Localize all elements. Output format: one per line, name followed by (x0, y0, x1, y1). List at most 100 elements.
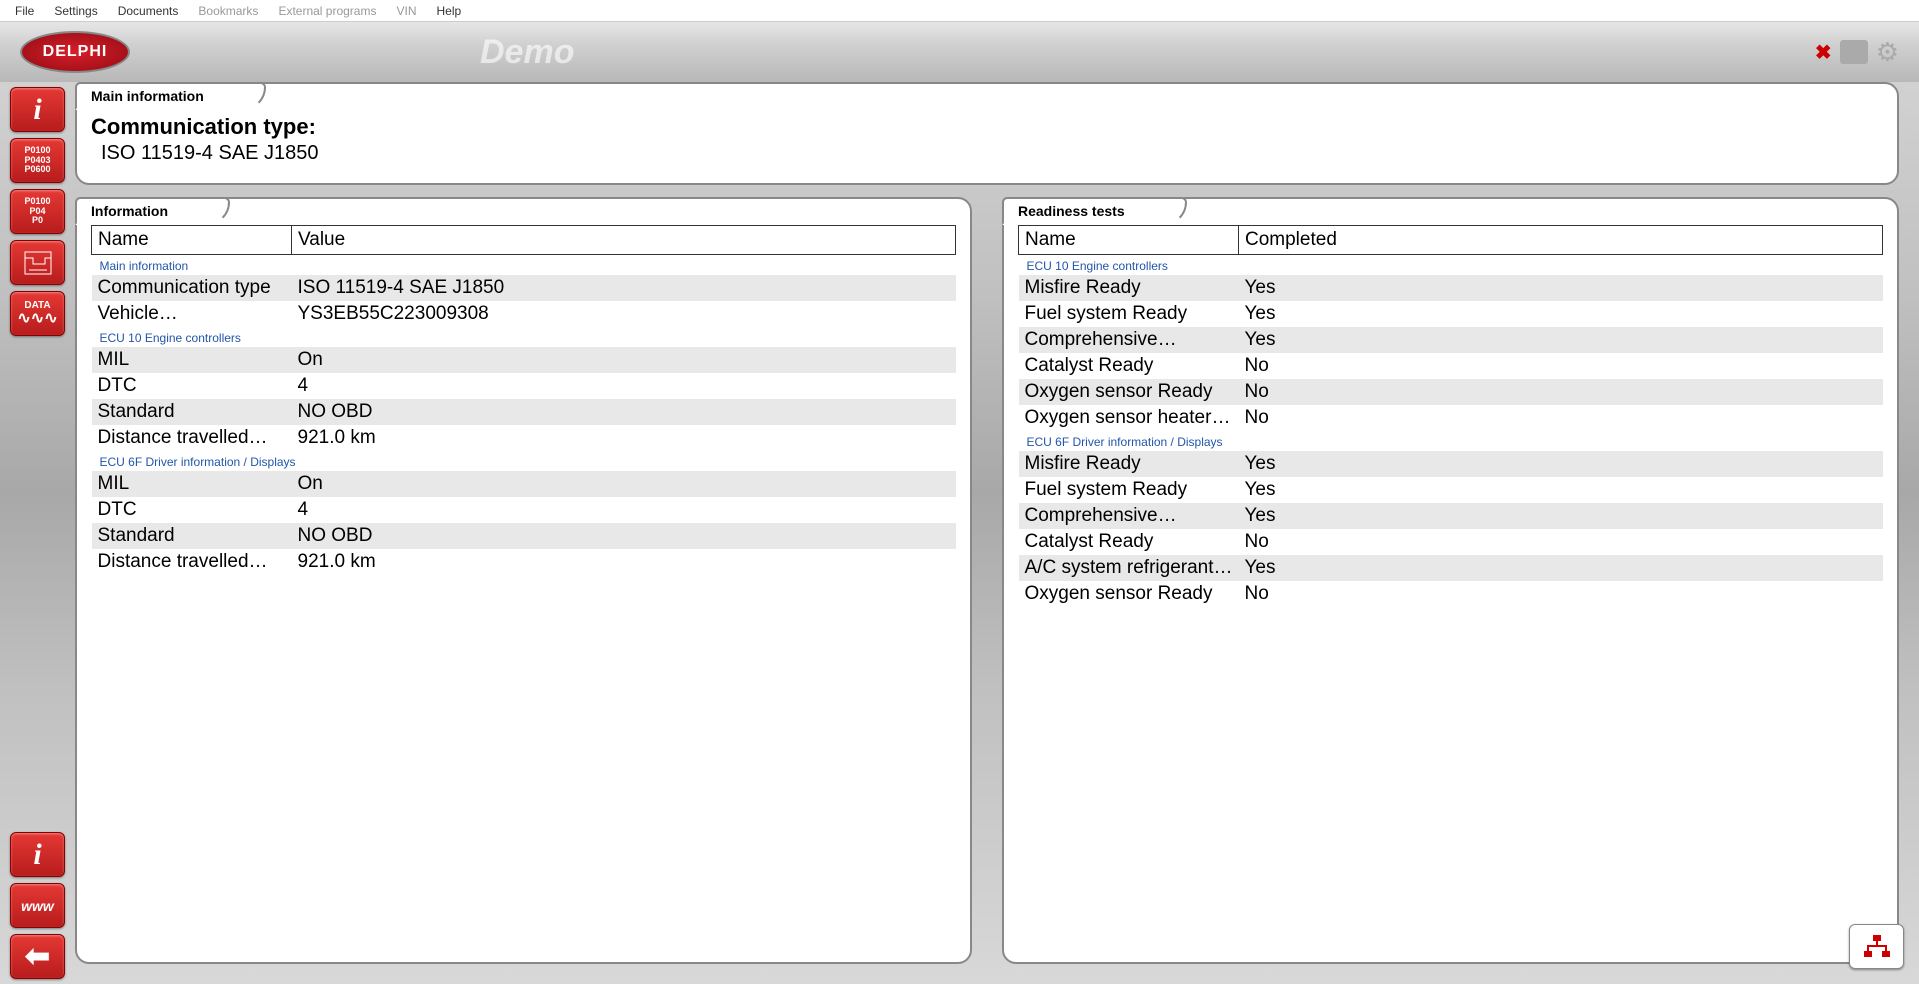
row-name: Distance travelled… (92, 549, 292, 575)
row-name: Catalyst Ready (1019, 529, 1239, 555)
gear-icon[interactable]: ⚙ (1876, 37, 1899, 68)
row-name: Standard (92, 399, 292, 425)
row-value: NO OBD (292, 523, 956, 549)
demo-watermark: Demo (480, 33, 574, 72)
row-value: No (1239, 353, 1883, 379)
row-name: Oxygen sensor heater… (1019, 405, 1239, 431)
table-row[interactable]: Comprehensive…Yes (1019, 327, 1883, 353)
sidebar-help-button[interactable]: i (10, 832, 65, 877)
table-row[interactable]: Catalyst ReadyNo (1019, 353, 1883, 379)
row-value: YS3EB55C223009308 (292, 301, 956, 327)
row-name: Vehicle… (92, 301, 292, 327)
menu-settings[interactable]: Settings (44, 4, 107, 18)
table-row[interactable]: Comprehensive…Yes (1019, 503, 1883, 529)
row-name: Fuel system Ready (1019, 301, 1239, 327)
readiness-tab: Readiness tests (1002, 197, 1187, 225)
row-value: NO OBD (292, 399, 956, 425)
table-row[interactable]: MILOn (92, 347, 956, 373)
sidebar-dtc-button[interactable]: P0100 P0403 P0600 (10, 138, 65, 183)
group-header: ECU 6F Driver information / Displays (1019, 431, 1883, 451)
main-info-panel: Main information Communication type: ISO… (75, 82, 1899, 185)
menu-help[interactable]: Help (427, 4, 472, 18)
sidebar: i P0100 P0403 P0600 P0100 P04 P0 DATA ∿∿… (0, 82, 75, 984)
menu-bookmarks[interactable]: Bookmarks (188, 4, 268, 18)
table-row[interactable]: DTC4 (92, 373, 956, 399)
sidebar-data-button[interactable]: DATA ∿∿∿ (10, 291, 65, 336)
comm-type-value: ISO 11519-4 SAE J1850 (101, 142, 1883, 165)
menu-vin[interactable]: VIN (386, 4, 426, 18)
calendar-icon[interactable] (1840, 40, 1868, 64)
row-name: Standard (92, 523, 292, 549)
table-row[interactable]: Misfire ReadyYes (1019, 451, 1883, 477)
table-row[interactable]: StandardNO OBD (92, 399, 956, 425)
row-value: No (1239, 581, 1883, 607)
row-name: Misfire Ready (1019, 451, 1239, 477)
table-row[interactable]: Oxygen sensor heater…No (1019, 405, 1883, 431)
row-name: Comprehensive… (1019, 503, 1239, 529)
row-name: Oxygen sensor Ready (1019, 379, 1239, 405)
row-value: 4 (292, 373, 956, 399)
table-row[interactable]: Oxygen sensor ReadyNo (1019, 581, 1883, 607)
row-name: Comprehensive… (1019, 327, 1239, 353)
table-row[interactable]: Fuel system ReadyYes (1019, 477, 1883, 503)
row-value: Yes (1239, 451, 1883, 477)
sidebar-dtc2-button[interactable]: P0100 P04 P0 (10, 189, 65, 234)
table-row[interactable]: Misfire ReadyYes (1019, 275, 1883, 301)
topbar: DELPHI Demo ✖ ⚙ (0, 22, 1919, 82)
menu-documents[interactable]: Documents (108, 4, 189, 18)
table-row[interactable]: Communication typeISO 11519-4 SAE J1850 (92, 275, 956, 301)
row-name: Fuel system Ready (1019, 477, 1239, 503)
menu-external[interactable]: External programs (268, 4, 386, 18)
table-row[interactable]: DTC4 (92, 497, 956, 523)
row-value: Yes (1239, 275, 1883, 301)
group-header: ECU 6F Driver information / Displays (92, 451, 956, 471)
row-name: MIL (92, 347, 292, 373)
row-name: Misfire Ready (1019, 275, 1239, 301)
row-value: On (292, 471, 956, 497)
table-row[interactable]: Vehicle…YS3EB55C223009308 (92, 301, 956, 327)
flowchart-icon (1861, 933, 1893, 961)
row-value: No (1239, 529, 1883, 555)
data-label: DATA (17, 301, 57, 311)
group-header: ECU 10 Engine controllers (1019, 255, 1883, 276)
row-value: Yes (1239, 327, 1883, 353)
table-row[interactable]: StandardNO OBD (92, 523, 956, 549)
row-name: MIL (92, 471, 292, 497)
information-tab: Information (75, 197, 230, 225)
row-value: Yes (1239, 301, 1883, 327)
row-name: A/C system refrigerant… (1019, 555, 1239, 581)
table-row[interactable]: Catalyst ReadyNo (1019, 529, 1883, 555)
readiness-table: Name Completed ECU 10 Engine controllers… (1018, 225, 1883, 607)
row-name: DTC (92, 373, 292, 399)
comm-type-label: Communication type: (91, 114, 1883, 140)
table-row[interactable]: A/C system refrigerant…Yes (1019, 555, 1883, 581)
table-row[interactable]: Fuel system ReadyYes (1019, 301, 1883, 327)
info-col-name[interactable]: Name (92, 226, 292, 255)
flowchart-button[interactable] (1849, 924, 1904, 969)
table-row[interactable]: MILOn (92, 471, 956, 497)
readiness-col-name[interactable]: Name (1019, 226, 1239, 255)
row-value: On (292, 347, 956, 373)
row-name: Oxygen sensor Ready (1019, 581, 1239, 607)
sidebar-info-button[interactable]: i (10, 87, 65, 132)
row-name: Catalyst Ready (1019, 353, 1239, 379)
sidebar-diag-button[interactable] (10, 240, 65, 285)
row-name: Distance travelled… (92, 425, 292, 451)
table-row[interactable]: Oxygen sensor ReadyNo (1019, 379, 1883, 405)
row-value: No (1239, 405, 1883, 431)
close-icon[interactable]: ✖ (1815, 40, 1832, 65)
readiness-col-completed[interactable]: Completed (1239, 226, 1883, 255)
sidebar-back-button[interactable]: ⬅ (10, 934, 65, 979)
group-header: ECU 10 Engine controllers (92, 327, 956, 347)
row-name: DTC (92, 497, 292, 523)
row-value: Yes (1239, 503, 1883, 529)
menubar: File Settings Documents Bookmarks Extern… (0, 0, 1919, 22)
menu-file[interactable]: File (5, 4, 44, 18)
info-col-value[interactable]: Value (292, 226, 956, 255)
row-value: ISO 11519-4 SAE J1850 (292, 275, 956, 301)
table-row[interactable]: Distance travelled…921.0 km (92, 549, 956, 575)
table-row[interactable]: Distance travelled…921.0 km (92, 425, 956, 451)
row-value: 921.0 km (292, 425, 956, 451)
row-value: 4 (292, 497, 956, 523)
sidebar-www-button[interactable]: www (10, 883, 65, 928)
